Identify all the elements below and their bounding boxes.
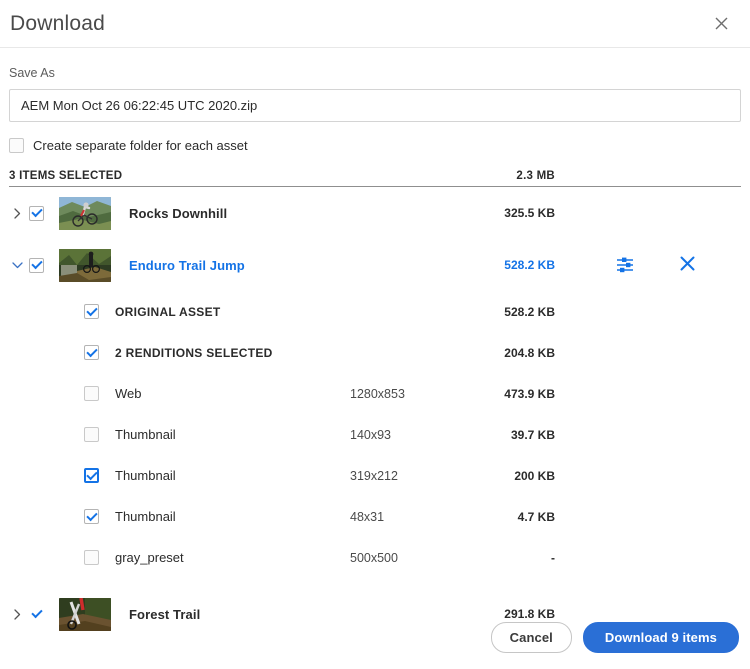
asset-list: Rocks Downhill 325.5 KB	[0, 187, 750, 640]
chevron-right-icon[interactable]	[9, 208, 25, 219]
table-row[interactable]: Rocks Downhill 325.5 KB	[0, 187, 750, 239]
rendition-checkbox[interactable]	[84, 550, 99, 565]
remove-asset-icon[interactable]	[680, 256, 695, 274]
asset-size: 325.5 KB	[455, 206, 555, 220]
rendition-dimensions: 500x500	[350, 551, 460, 565]
list-item[interactable]: Web 1280x853 473.9 KB	[0, 373, 750, 414]
save-as-block: Save As	[0, 48, 750, 122]
rendition-checkbox[interactable]	[84, 509, 99, 524]
list-item[interactable]: gray_preset 500x500 -	[0, 537, 750, 578]
renditions-selected-size: 204.8 KB	[455, 346, 555, 360]
sliders-icon[interactable]	[612, 252, 638, 278]
dialog-header: Download	[0, 0, 750, 47]
save-as-label: Save As	[9, 66, 741, 80]
table-row[interactable]: Enduro Trail Jump 528.2 KB	[0, 239, 750, 291]
rendition-dimensions: 1280x853	[350, 387, 460, 401]
save-as-input[interactable]	[9, 89, 741, 122]
rendition-size: 200 KB	[455, 469, 555, 483]
rendition-dimensions: 319x212	[350, 469, 460, 483]
rendition-label: gray_preset	[115, 550, 184, 565]
rendition-checkbox[interactable]	[84, 427, 99, 442]
create-separate-folder-label: Create separate folder for each asset	[33, 138, 248, 153]
asset-size: 528.2 KB	[455, 258, 555, 272]
create-separate-folder-row[interactable]: Create separate folder for each asset	[0, 122, 750, 153]
asset-checkbox[interactable]	[29, 258, 44, 273]
original-asset-checkbox[interactable]	[84, 304, 99, 319]
dialog-footer: Cancel Download 9 items	[0, 622, 750, 653]
cancel-button[interactable]: Cancel	[491, 622, 572, 653]
list-item[interactable]: Thumbnail 48x31 4.7 KB	[0, 496, 750, 537]
rendition-dimensions: 48x31	[350, 510, 460, 524]
asset-checkbox[interactable]	[29, 607, 44, 622]
asset-name[interactable]: Rocks Downhill	[129, 206, 227, 221]
asset-size: 291.8 KB	[455, 607, 555, 621]
rendition-label: Thumbnail	[115, 509, 176, 524]
renditions-selected-label: 2 RENDITIONS SELECTED	[115, 346, 273, 360]
chevron-right-icon[interactable]	[9, 609, 25, 620]
list-item[interactable]: ORIGINAL ASSET 528.2 KB	[0, 291, 750, 332]
rendition-dimensions: 140x93	[350, 428, 460, 442]
asset-name[interactable]: Enduro Trail Jump	[129, 258, 245, 273]
rendition-size: 473.9 KB	[455, 387, 555, 401]
items-summary-wrap: 3 ITEMS SELECTED 2.3 MB	[0, 170, 750, 187]
chevron-down-icon[interactable]	[9, 262, 25, 269]
original-asset-label: ORIGINAL ASSET	[115, 305, 221, 319]
items-summary: 3 ITEMS SELECTED 2.3 MB	[0, 170, 750, 182]
page-title: Download	[10, 12, 105, 36]
rendition-checkbox[interactable]	[84, 386, 99, 401]
rendition-checkbox[interactable]	[84, 468, 99, 483]
download-button[interactable]: Download 9 items	[583, 622, 739, 653]
rendition-size: 4.7 KB	[455, 510, 555, 524]
close-icon[interactable]	[708, 10, 734, 36]
download-dialog: Download Save As Create separate folder …	[0, 0, 750, 669]
asset-checkbox[interactable]	[29, 206, 44, 221]
original-asset-size: 528.2 KB	[455, 305, 555, 319]
rendition-label: Web	[115, 386, 142, 401]
rendition-label: Thumbnail	[115, 427, 176, 442]
list-item[interactable]: 2 RENDITIONS SELECTED 204.8 KB	[0, 332, 750, 373]
items-total-size: 2.3 MB	[455, 170, 555, 182]
renditions-selected-checkbox[interactable]	[84, 345, 99, 360]
rendition-size: 39.7 KB	[455, 428, 555, 442]
asset-name[interactable]: Forest Trail	[129, 607, 200, 622]
items-selected-count: 3 ITEMS SELECTED	[9, 170, 122, 182]
row-actions	[612, 252, 695, 278]
asset-thumbnail	[59, 249, 111, 282]
rendition-label: Thumbnail	[115, 468, 176, 483]
list-item[interactable]: Thumbnail 140x93 39.7 KB	[0, 414, 750, 455]
create-separate-folder-checkbox[interactable]	[9, 138, 24, 153]
rendition-size: -	[455, 551, 555, 565]
asset-thumbnail	[59, 197, 111, 230]
list-item[interactable]: Thumbnail 319x212 200 KB	[0, 455, 750, 496]
